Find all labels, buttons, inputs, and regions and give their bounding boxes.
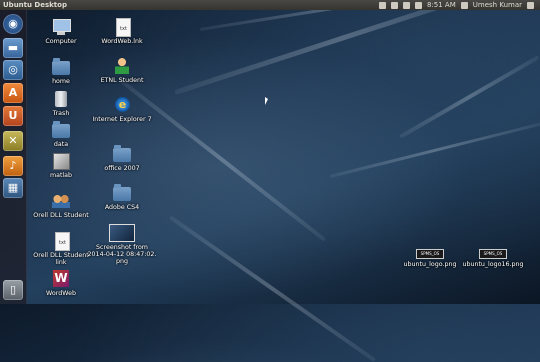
desktop-icon-ubuntu-logo16[interactable]: SPMS_OS ubuntu_logo16.png [458, 249, 528, 268]
music-icon: ♪ [9, 159, 17, 172]
desktop-icon-screenshot[interactable]: Screenshot from 2014-04-12 08:47:02. png [87, 224, 157, 265]
browser-icon: ◎ [8, 63, 18, 76]
desktop-icon-orell-dll-student[interactable]: Orell DLL Student [26, 192, 96, 219]
desktop-icon-label: WordWeb [46, 290, 76, 297]
power-icon[interactable] [527, 1, 534, 9]
desktop-icon-label-line2: 2014-04-12 08:47:02. [87, 251, 157, 258]
desktop-icon-computer[interactable]: Computer [26, 18, 96, 45]
desktop-icon-label: ETNL Student [100, 77, 144, 84]
trash-bin-icon [55, 91, 67, 107]
desktop-icon-label: Orell DLL Student [33, 252, 89, 259]
user-icon[interactable] [460, 1, 468, 9]
top-panel: Ubuntu Desktop 8:51 AM Umesh Kumar [0, 0, 540, 10]
network-icon[interactable] [390, 1, 398, 9]
ubuntu-one-button[interactable]: U [3, 106, 23, 126]
desktop-icon-matlab[interactable]: matlab [26, 152, 96, 179]
desktop-icon-ubuntu-logo[interactable]: SPMS_OS ubuntu_logo.png [395, 249, 465, 268]
wordweb-icon: W [53, 270, 69, 287]
ubuntu-one-icon: U [8, 109, 18, 122]
desktop-icon-label: matlab [49, 172, 73, 179]
image-thumbnail-icon: SPMS_OS [416, 249, 444, 259]
desktop-icon-wordweb[interactable]: W WordWeb [26, 270, 96, 297]
desktop-icon-home[interactable]: home [26, 58, 96, 85]
desktop-icon-label-line2: link [55, 259, 67, 266]
ubuntu-logo-icon: ◉ [8, 17, 18, 30]
mail-icon[interactable] [378, 1, 386, 9]
text-file-icon: txt [116, 18, 131, 37]
volume-icon[interactable] [414, 1, 422, 9]
image-thumbnail-icon [109, 224, 135, 242]
image-thumbnail-icon: SPMS_OS [479, 249, 507, 259]
desktop-icon-label: Adobe CS4 [104, 204, 140, 211]
clock[interactable]: 8:51 AM [427, 1, 456, 9]
desktop-icon-label: Computer [45, 38, 77, 45]
trash-button[interactable]: ▯ [3, 280, 23, 300]
user-name[interactable]: Umesh Kumar [473, 1, 522, 9]
desktop-icon-etnl-student[interactable]: ETNL Student [87, 57, 157, 84]
desktop-icon-office-2007[interactable]: office 2007 [87, 145, 157, 172]
desktop-icon-orell-dll-student-link[interactable]: txt Orell DLL Student link [26, 232, 96, 266]
desktop-icon-label: home [52, 78, 70, 85]
launcher: ◉ ▬ ◎ A U ✕ ♪ ▦ ▯ [0, 10, 27, 304]
desktop-icon-label: Screenshot from [96, 244, 148, 251]
desktop-icon-label: ubuntu_logo16.png [462, 261, 524, 268]
trash-icon: ▯ [9, 283, 17, 296]
desktop-icon-trash[interactable]: Trash [26, 90, 96, 117]
window-title: Ubuntu Desktop [3, 1, 67, 9]
software-center-button[interactable]: A [3, 83, 23, 103]
internet-explorer-icon: e [115, 97, 130, 112]
chromium-button[interactable]: ◎ [3, 60, 23, 80]
settings-button[interactable]: ✕ [3, 131, 23, 151]
mouse-pointer-icon [265, 97, 268, 105]
desktop-icon-label: ubuntu_logo.png [403, 261, 457, 268]
desktop-icon-label: Internet Explorer 7 [92, 116, 152, 123]
folder-icon [113, 184, 131, 201]
desktop-icon-label: Trash [52, 110, 70, 117]
home-folder-icon [52, 58, 70, 75]
folder-icon [113, 145, 131, 162]
desktop-icon-label: Orell DLL Student [33, 212, 89, 219]
desktop-icon-adobe-cs4[interactable]: Adobe CS4 [87, 184, 157, 211]
people-icon [52, 193, 70, 208]
software-center-icon: A [8, 86, 18, 99]
workspaces-button[interactable]: ▦ [3, 178, 23, 198]
desktop-icon-data[interactable]: data [26, 121, 96, 148]
dash-home-button[interactable]: ◉ [3, 14, 23, 34]
folder-icon: ▬ [7, 41, 19, 54]
desktop-icon-label: data [53, 141, 69, 148]
files-button[interactable]: ▬ [3, 38, 23, 58]
student-icon [115, 57, 129, 74]
desktop-icon-internet-explorer[interactable]: e Internet Explorer 7 [87, 96, 157, 123]
desktop-icon-label-line3: png [116, 258, 128, 265]
computer-icon [53, 19, 71, 32]
desktop-icon-wordweb-link[interactable]: txt WordWeb.lnk [87, 18, 157, 45]
music-button[interactable]: ♪ [3, 156, 23, 176]
matlab-icon [53, 153, 70, 170]
keyboard-icon[interactable] [402, 1, 410, 9]
tools-icon: ✕ [8, 134, 18, 147]
folder-icon [52, 121, 70, 138]
workspaces-icon: ▦ [7, 181, 19, 194]
desktop-icon-label: office 2007 [104, 165, 140, 172]
text-file-icon: txt [55, 232, 70, 251]
desktop-icon-label: WordWeb.lnk [101, 38, 143, 45]
